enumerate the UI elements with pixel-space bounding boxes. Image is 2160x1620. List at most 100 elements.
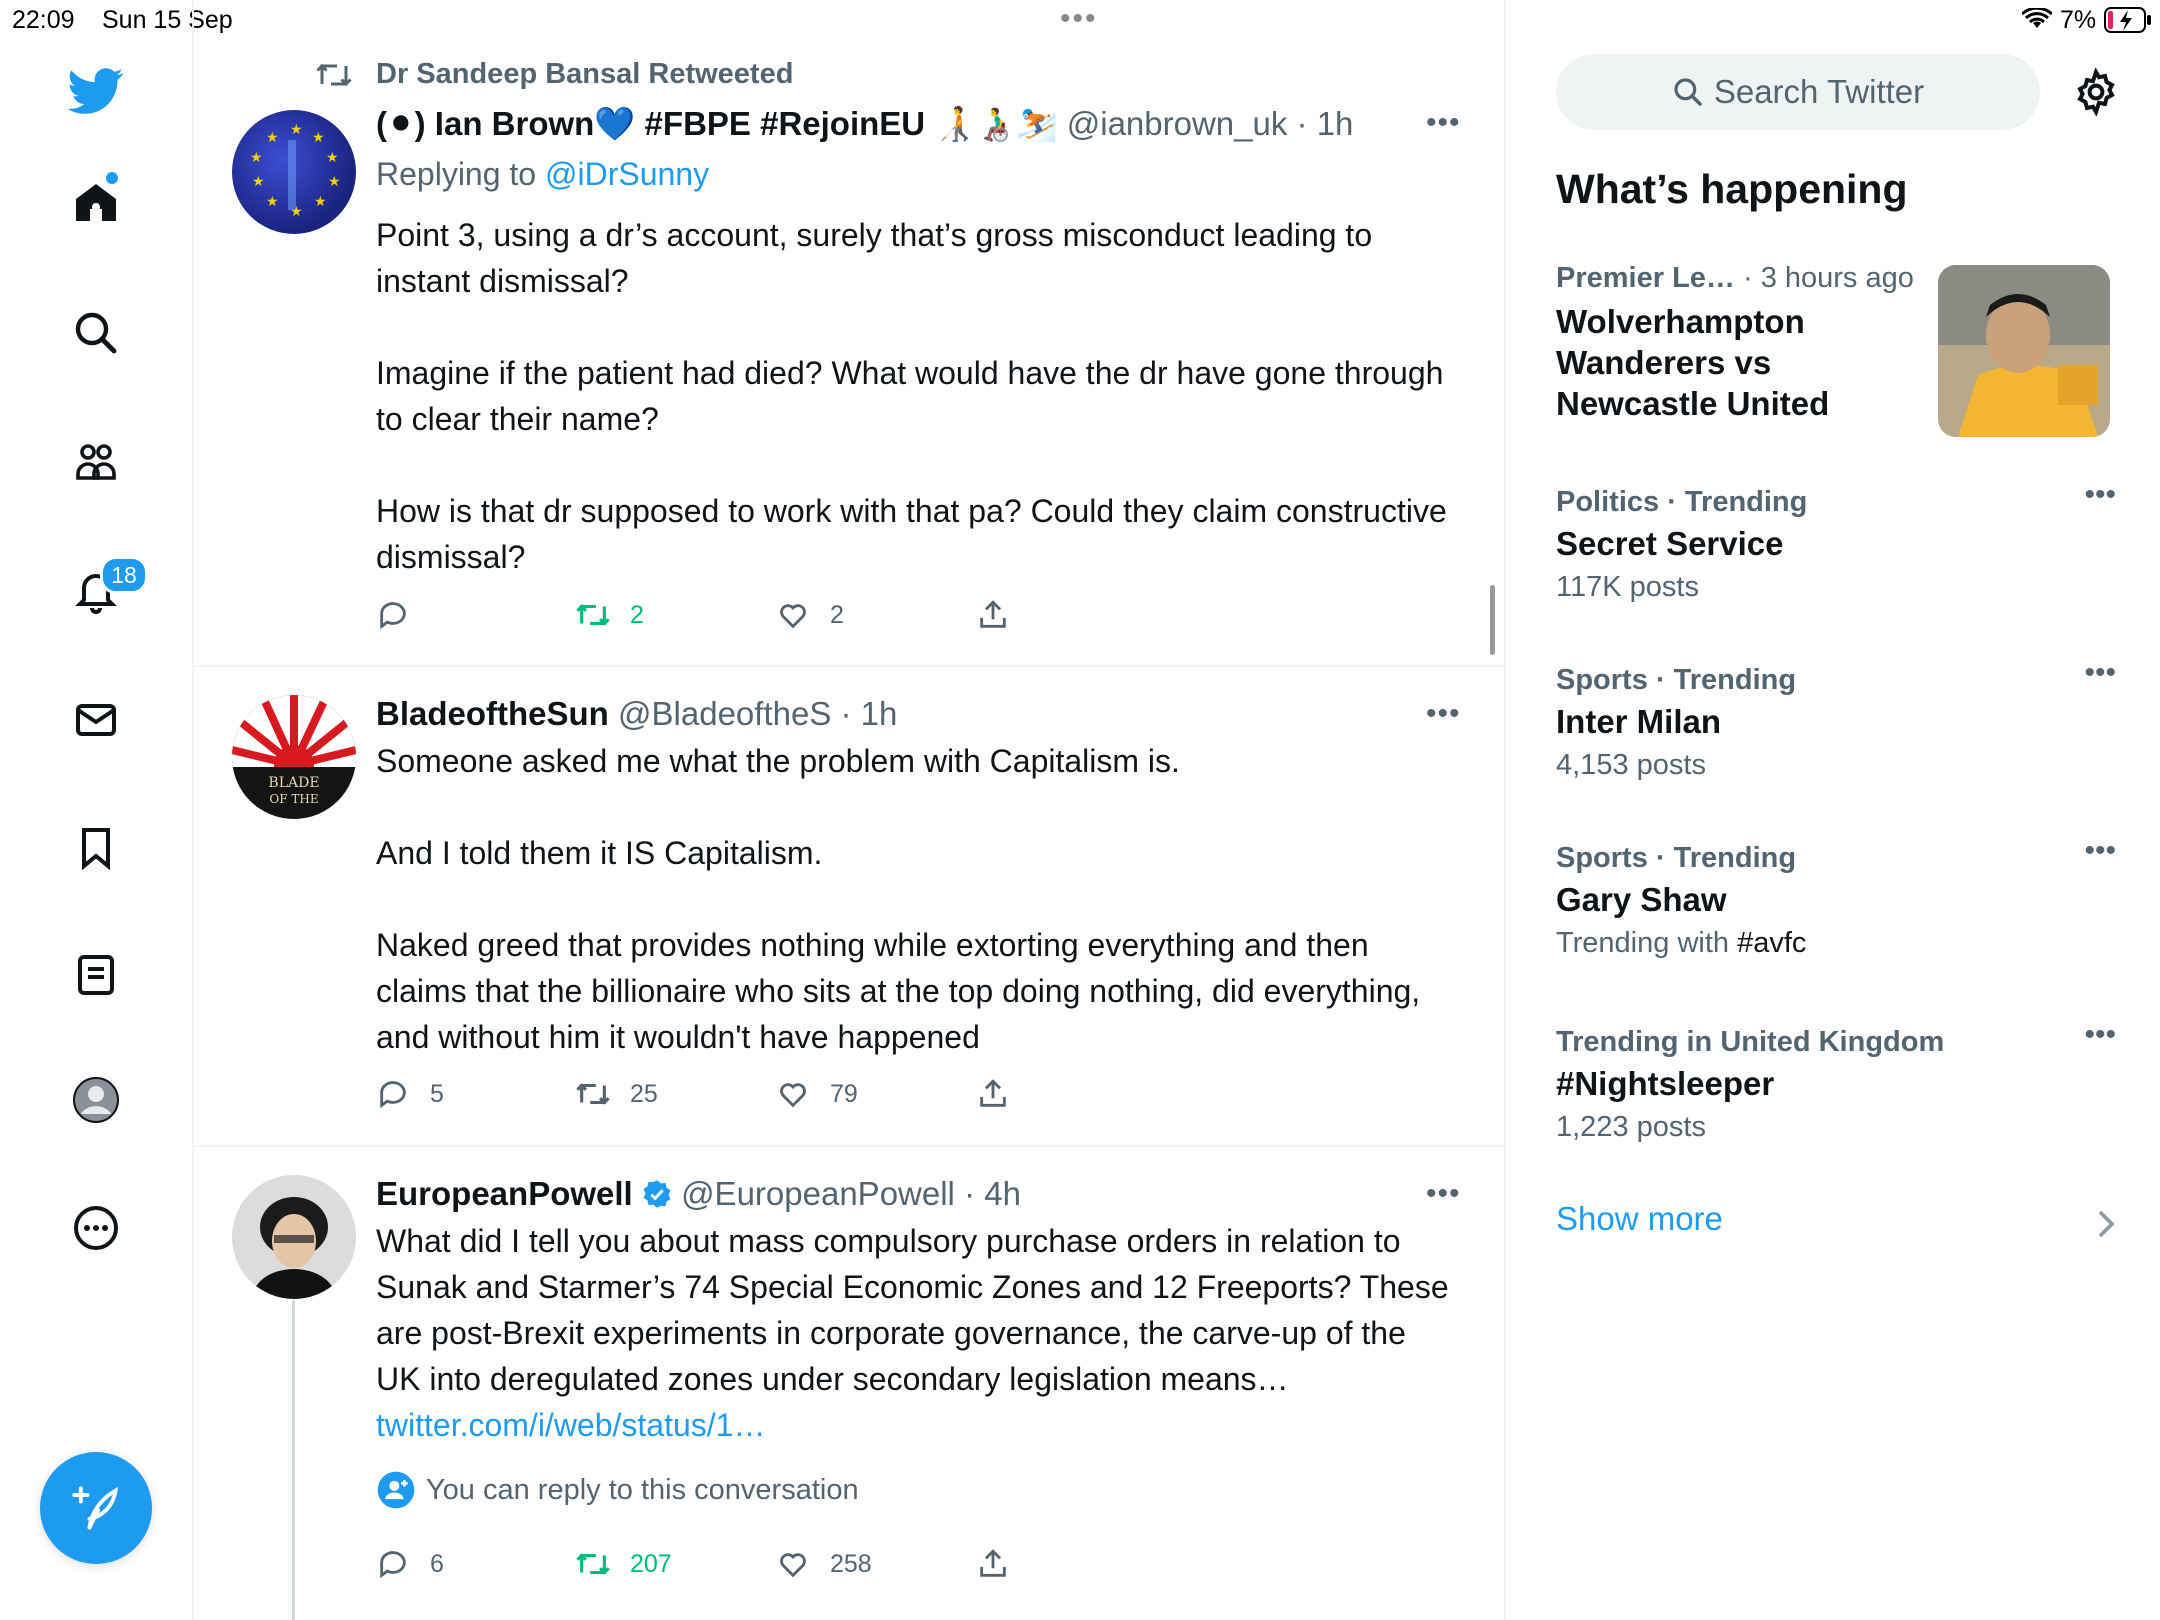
communities-icon[interactable] — [56, 422, 136, 502]
timeline[interactable]: Dr Sandeep Bansal Retweeted ★ ★ ★ ★ ★ ★ ★ ★ ★ ★… — [194, 0, 1506, 1620]
trend-title: #Nightsleeper — [1556, 1065, 1775, 1102]
avatar-text: BLADE — [268, 775, 319, 791]
reply-button[interactable]: 6 — [376, 1547, 444, 1581]
svg-text:★: ★ — [266, 193, 279, 209]
share-button[interactable] — [976, 1547, 1030, 1581]
trend-meta: Sports · Trending — [1556, 842, 1797, 874]
trend-title: Secret Service — [1556, 525, 1784, 562]
tweet-text: Point 3, using a dr’s account, surely th… — [376, 217, 1447, 575]
retweet-count: 25 — [630, 1079, 658, 1108]
verified-badge-icon — [643, 1180, 671, 1208]
tweet-more-icon[interactable]: ••• — [1426, 1177, 1461, 1211]
retweet-button[interactable]: 207 — [576, 1547, 672, 1581]
trend-item[interactable]: Politics · Trending Secret Service 117K … — [1556, 478, 2116, 604]
replying-to: Replying to @iDrSunny — [376, 156, 709, 193]
trend-meta: Sports · Trending — [1556, 664, 1797, 696]
tweet-header: EuropeanPowell @EuropeanPowell · 4h — [376, 1175, 1021, 1213]
trend-item[interactable]: Sports · Trending Inter Milan 4,153 post… — [1556, 656, 2116, 782]
replying-to-prefix: Replying to — [376, 156, 537, 192]
share-button[interactable] — [976, 598, 1030, 632]
author-name[interactable]: (⚫) Ian Brown💙 #FBPE #RejoinEU 🧑‍🦯👨‍🦽⛷️ — [376, 105, 1058, 142]
tweet-text: Someone asked me what the problem with C… — [376, 743, 1421, 1055]
retweet-count: 207 — [630, 1549, 672, 1578]
tweet-text: What did I tell you about mass compulsor… — [376, 1218, 1456, 1448]
trend-item[interactable]: Trending in United Kingdom #Nightsleeper… — [1556, 1018, 2116, 1144]
reply-icon — [380, 602, 406, 630]
heart-icon — [780, 604, 806, 629]
search-placeholder: Search Twitter — [1713, 73, 1925, 110]
search-input[interactable]: Search Twitter — [1556, 54, 2040, 130]
like-button[interactable]: 2 — [776, 598, 844, 632]
lists-icon[interactable] — [56, 935, 136, 1015]
featured-trend[interactable]: Premier Le… · 3 hours ago Wolverhampton … — [1556, 262, 2116, 437]
twitter-logo-icon[interactable] — [56, 50, 136, 130]
featured-time: · 3 hours ago — [1742, 262, 1914, 294]
retweet-button[interactable]: 25 — [576, 1077, 658, 1111]
reply-button[interactable]: 5 — [376, 1077, 444, 1111]
tweet-actions: 6 207 258 — [376, 1547, 1376, 1587]
reply-count: 6 — [430, 1549, 444, 1578]
tweet-more-icon[interactable]: ••• — [1426, 106, 1461, 140]
avatar[interactable] — [232, 1175, 356, 1299]
tweet-more-icon[interactable]: ••• — [1426, 697, 1461, 731]
compose-tweet-button[interactable] — [40, 1452, 152, 1564]
author-name[interactable]: EuropeanPowell — [376, 1175, 633, 1212]
tweet-time[interactable]: · 4h — [964, 1175, 1021, 1212]
messages-envelope-icon[interactable] — [56, 680, 136, 760]
retweet-icon — [576, 1553, 610, 1575]
profile-avatar-icon[interactable] — [56, 1060, 136, 1140]
trend-meta: Trending in United Kingdom — [1556, 1026, 1945, 1058]
like-count: 258 — [830, 1549, 872, 1578]
tweet[interactable]: Dr Sandeep Bansal Retweeted ★ ★ ★ ★ ★ ★ ★ ★ ★ ★… — [194, 0, 1504, 667]
notifications-badge: 18 — [100, 556, 148, 594]
trend-more-icon[interactable]: ••• — [2084, 478, 2116, 512]
show-more-link[interactable]: Show more — [1556, 1200, 2116, 1250]
featured-title: Wolverhampton Wanderers vs Newcastle Uni… — [1556, 303, 1830, 422]
author-handle[interactable]: @BladeoftheS — [618, 695, 831, 732]
tweet-link[interactable]: twitter.com/i/web/status/1… — [376, 1407, 765, 1443]
tweet[interactable]: BLADE OF THE BladeoftheSun @BladeoftheS … — [194, 665, 1504, 1147]
retweet-icon — [576, 1083, 610, 1105]
retweet-icon — [316, 63, 352, 87]
like-button[interactable]: 258 — [776, 1547, 872, 1581]
more-options-icon[interactable] — [56, 1188, 136, 1268]
trend-title: Gary Shaw — [1556, 881, 1727, 918]
trend-item[interactable]: Sports · Trending Gary Shaw Trending wit… — [1556, 834, 2116, 960]
trend-more-icon[interactable]: ••• — [2084, 656, 2116, 690]
avatar[interactable]: BLADE OF THE — [232, 695, 356, 819]
settings-gear-icon[interactable] — [2072, 67, 2120, 117]
football-player-photo — [1938, 265, 2110, 437]
trend-more-icon[interactable]: ••• — [2084, 834, 2116, 868]
svg-text:★: ★ — [252, 173, 265, 189]
tweet-time[interactable]: · 1h — [1297, 105, 1354, 142]
trend-more-icon[interactable]: ••• — [2084, 1018, 2116, 1052]
svg-text:★: ★ — [290, 121, 303, 137]
home-icon[interactable] — [56, 163, 136, 243]
share-icon — [980, 1079, 1006, 1107]
whats-happening-heading: What’s happening — [1556, 166, 1908, 212]
retweeted-by-label[interactable]: Dr Sandeep Bansal Retweeted — [376, 58, 793, 91]
like-button[interactable]: 79 — [776, 1077, 858, 1111]
bookmarks-icon[interactable] — [56, 808, 136, 888]
tweet-time[interactable]: · 1h — [841, 695, 898, 732]
trend-subtitle: Trending with #avfc — [1556, 927, 2116, 960]
reply-icon — [380, 1551, 406, 1579]
avatar[interactable]: ★ ★ ★ ★ ★ ★ ★ ★ ★ ★ — [232, 110, 356, 234]
svg-text:★: ★ — [266, 129, 279, 145]
trend-sub-prefix: Trending with — [1556, 927, 1738, 959]
tweet[interactable]: EuropeanPowell @EuropeanPowell · 4h ••• … — [194, 1145, 1504, 1620]
tweet-header: (⚫) Ian Brown💙 #FBPE #RejoinEU 🧑‍🦯👨‍🦽⛷️ … — [376, 104, 1353, 144]
share-button[interactable] — [976, 1077, 1030, 1111]
thread-line — [292, 1300, 295, 1620]
reply-button[interactable] — [376, 598, 430, 632]
explore-search-icon[interactable] — [56, 293, 136, 373]
svg-text:★: ★ — [312, 129, 325, 145]
trend-hashtag[interactable]: #avfc — [1737, 927, 1806, 959]
feather-plus-icon — [72, 1486, 118, 1530]
featured-image[interactable] — [1938, 265, 2110, 437]
retweet-button[interactable]: 2 — [576, 598, 644, 632]
replying-to-handle[interactable]: @iDrSunny — [545, 156, 709, 192]
author-handle[interactable]: @EuropeanPowell — [681, 1175, 955, 1212]
author-name[interactable]: BladeoftheSun — [376, 695, 609, 732]
author-handle[interactable]: @ianbrown_uk — [1067, 105, 1288, 142]
